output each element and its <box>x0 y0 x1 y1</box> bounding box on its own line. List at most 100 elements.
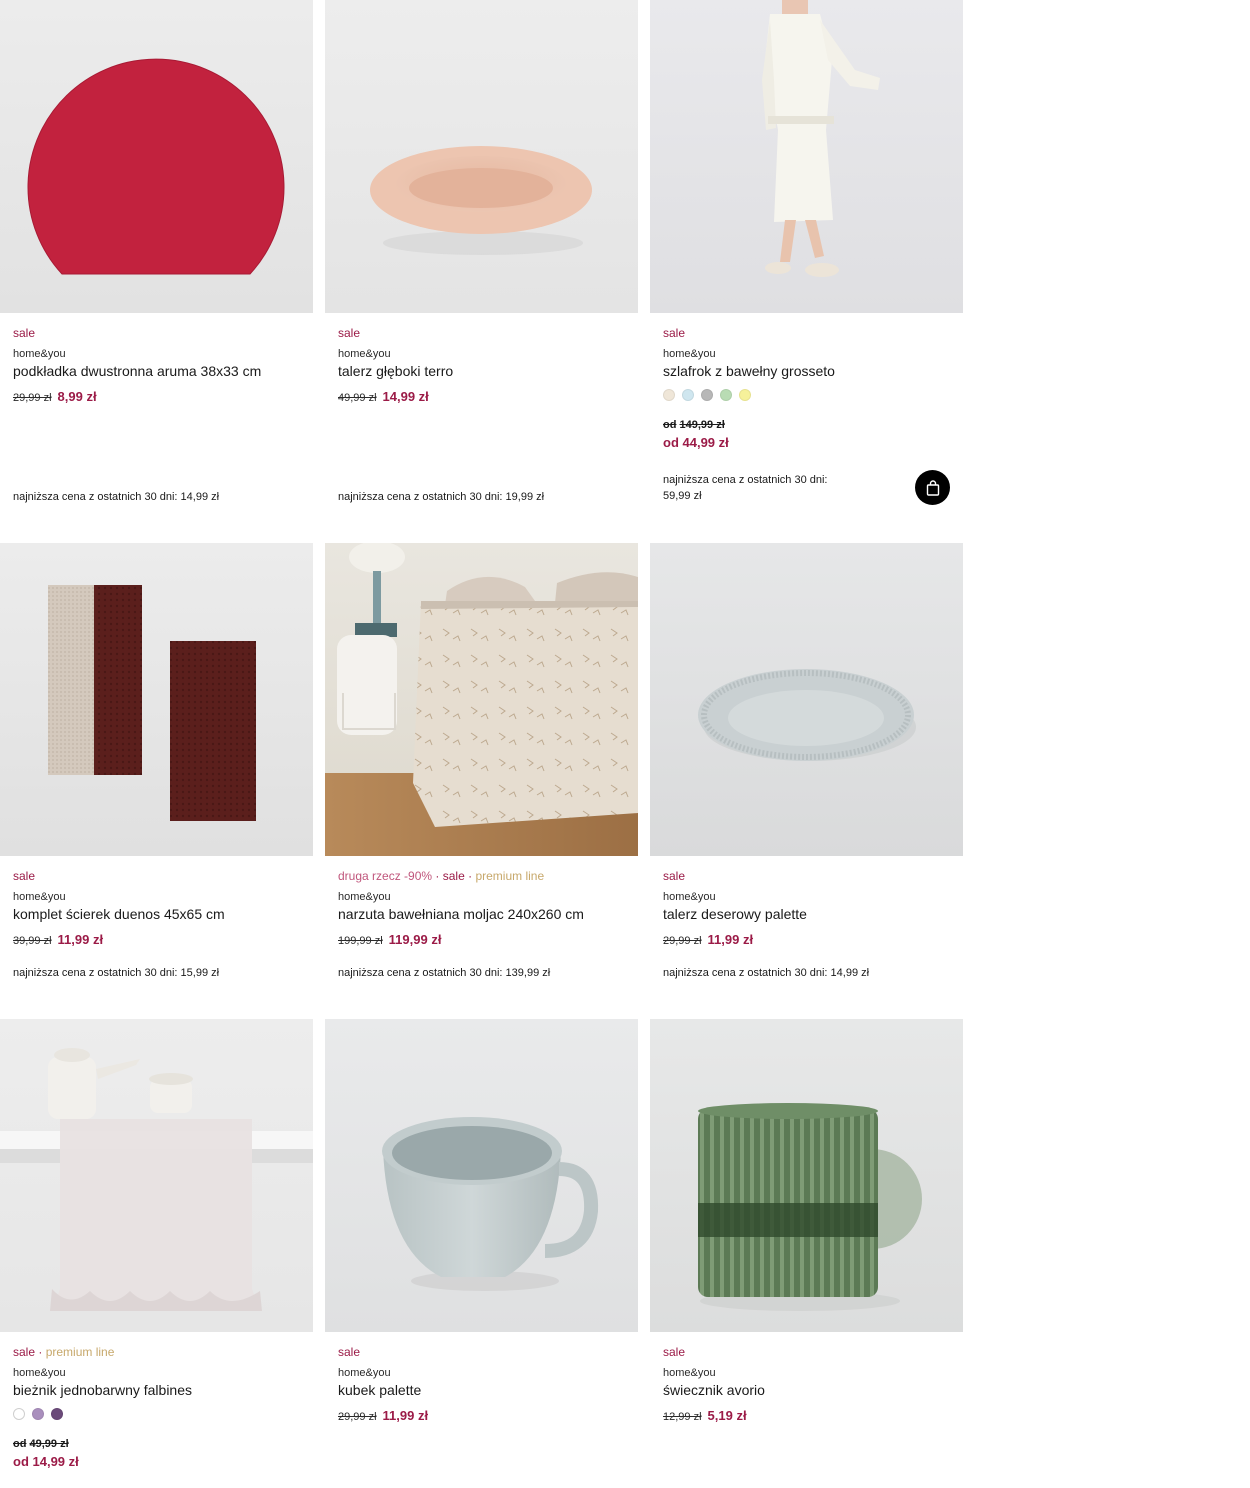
color-swatch[interactable] <box>51 1408 63 1420</box>
lowest-price-note: najniższa cena z ostatnich 30 dni: 15,99… <box>13 967 220 979</box>
color-swatch[interactable] <box>739 389 751 401</box>
price-row: 29,99 zł 8,99 zł <box>13 389 97 406</box>
product-brand: home&you <box>663 348 716 360</box>
sale-tag: sale <box>442 869 465 883</box>
product-tags: sale <box>663 1345 685 1359</box>
old-price: 49,99 zł <box>338 392 377 404</box>
product-image-placemat[interactable] <box>0 0 313 313</box>
old-price-value: 149,99 zł <box>679 419 725 431</box>
product-image-candle-holder[interactable] <box>650 1019 963 1332</box>
sale-tag: sale <box>13 869 36 883</box>
new-price: 11,99 zł <box>57 932 104 947</box>
product-image-kitchen-towels[interactable] <box>0 543 313 856</box>
old-price: 29,99 zł <box>338 1411 377 1423</box>
lowest-price-note: najniższa cena z ostatnich 30 dni: 14,99… <box>13 491 220 503</box>
sale-tag: sale <box>338 1345 361 1359</box>
product-card[interactable]: sale home&you podkładka dwustronna aruma… <box>0 0 313 520</box>
product-card[interactable]: sale home&you talerz deserowy palette 29… <box>650 543 963 1003</box>
color-swatch[interactable] <box>13 1408 25 1420</box>
product-name[interactable]: podkładka dwustronna aruma 38x33 cm <box>13 363 261 380</box>
new-price: 11,99 zł <box>707 932 754 947</box>
price-row: 39,99 zł 11,99 zł <box>13 932 103 949</box>
price-row: 12,99 zł 5,19 zł <box>663 1408 747 1425</box>
product-tags: sale <box>338 326 360 340</box>
product-name[interactable]: szlafrok z bawełny grosseto <box>663 363 835 380</box>
new-price: 8,99 zł <box>57 389 97 404</box>
price-row: 49,99 zł 14,99 zł <box>338 389 429 406</box>
new-price: od 14,99 zł <box>13 1454 79 1469</box>
add-to-cart-button[interactable] <box>915 470 950 505</box>
product-brand: home&you <box>338 891 391 903</box>
product-tags: sale <box>338 1345 360 1359</box>
product-image-bedspread[interactable] <box>325 543 638 856</box>
product-image-dessert-plate[interactable] <box>650 543 963 856</box>
product-name[interactable]: talerz deserowy palette <box>663 906 807 923</box>
product-image-deep-plate[interactable] <box>325 0 638 313</box>
product-image-bathrobe[interactable] <box>650 0 963 313</box>
color-swatch[interactable] <box>32 1408 44 1420</box>
product-name[interactable]: talerz głęboki terro <box>338 363 453 380</box>
product-tags: sale <box>663 326 685 340</box>
product-card[interactable]: sale home&you szlafrok z bawełny grosset… <box>650 0 963 520</box>
old-price-value: 49,99 zł <box>29 1438 69 1450</box>
product-brand: home&you <box>338 1367 391 1379</box>
new-price: od 44,99 zł <box>663 435 729 450</box>
product-card[interactable]: druga rzecz -90% · sale · premium line h… <box>325 543 638 1003</box>
product-name[interactable]: kubek palette <box>338 1382 421 1399</box>
from-label: od <box>13 1438 27 1450</box>
sale-tag: sale <box>663 869 686 883</box>
sale-tag: sale <box>663 1345 686 1359</box>
color-swatch[interactable] <box>720 389 732 401</box>
product-name[interactable]: bieżnik jednobarwny falbines <box>13 1382 192 1399</box>
product-card[interactable]: sale home&you komplet ścierek duenos 45x… <box>0 543 313 1003</box>
product-name[interactable]: świecznik avorio <box>663 1382 765 1399</box>
lowest-price-note: najniższa cena z ostatnich 30 dni: 59,99… <box>663 472 828 504</box>
new-price: 11,99 zł <box>382 1408 429 1423</box>
sale-tag: sale <box>338 326 361 340</box>
lowest-price-value: 59,99 zł <box>663 490 702 502</box>
product-brand: home&you <box>338 348 391 360</box>
new-price: 14,99 zł <box>382 389 429 404</box>
product-brand: home&you <box>13 891 66 903</box>
product-image-table-runner[interactable] <box>0 1019 313 1332</box>
product-name[interactable]: komplet ścierek duenos 45x65 cm <box>13 906 225 923</box>
color-swatches <box>13 1408 63 1420</box>
old-price: 199,99 zł <box>338 935 383 947</box>
sale-tag: sale <box>13 326 36 340</box>
promo-tag: druga rzecz -90% <box>338 869 433 883</box>
product-card[interactable]: sale home&you talerz głęboki terro 49,99… <box>325 0 638 520</box>
lowest-price-note: najniższa cena z ostatnich 30 dni: 19,99… <box>338 491 545 503</box>
product-image-mug[interactable] <box>325 1019 638 1332</box>
product-card[interactable]: sale home&you kubek palette 29,99 zł 11,9… <box>325 1019 638 1488</box>
product-card[interactable]: sale · premium line home&you bieżnik jed… <box>0 1019 313 1488</box>
old-price: 12,99 zł <box>663 1411 702 1423</box>
product-brand: home&you <box>663 1367 716 1379</box>
old-price: od 149,99 zł <box>663 419 725 432</box>
lowest-price-label: najniższa cena z ostatnich 30 dni: <box>663 474 828 486</box>
color-swatches <box>663 389 751 401</box>
color-swatch[interactable] <box>663 389 675 401</box>
old-price: 29,99 zł <box>663 935 702 947</box>
shopping-bag-icon <box>926 479 939 496</box>
sale-tag: sale <box>13 1345 36 1359</box>
product-tags: sale <box>13 326 35 340</box>
lowest-price-note: najniższa cena z ostatnich 30 dni: 14,99… <box>663 967 870 979</box>
product-tags: sale · premium line <box>13 1345 115 1359</box>
premium-tag: premium line <box>45 1345 115 1359</box>
product-brand: home&you <box>13 1367 66 1379</box>
lowest-price-note: najniższa cena z ostatnich 30 dni: 139,9… <box>338 967 551 979</box>
product-brand: home&you <box>663 891 716 903</box>
new-price: 119,99 zł <box>388 932 442 947</box>
product-tags: druga rzecz -90% · sale · premium line <box>338 869 545 883</box>
color-swatch[interactable] <box>701 389 713 401</box>
new-price: 5,19 zł <box>707 1408 747 1423</box>
old-price: 39,99 zł <box>13 935 52 947</box>
sale-tag: sale <box>663 326 686 340</box>
product-tags: sale <box>663 869 685 883</box>
color-swatch[interactable] <box>682 389 694 401</box>
product-card[interactable]: sale home&you świecznik avorio 12,99 zł 5… <box>650 1019 963 1488</box>
price-row: 199,99 zł 119,99 zł <box>338 932 441 949</box>
from-label: od <box>663 419 677 431</box>
product-name[interactable]: narzuta bawełniana moljac 240x260 cm <box>338 906 584 923</box>
product-tags: sale <box>13 869 35 883</box>
